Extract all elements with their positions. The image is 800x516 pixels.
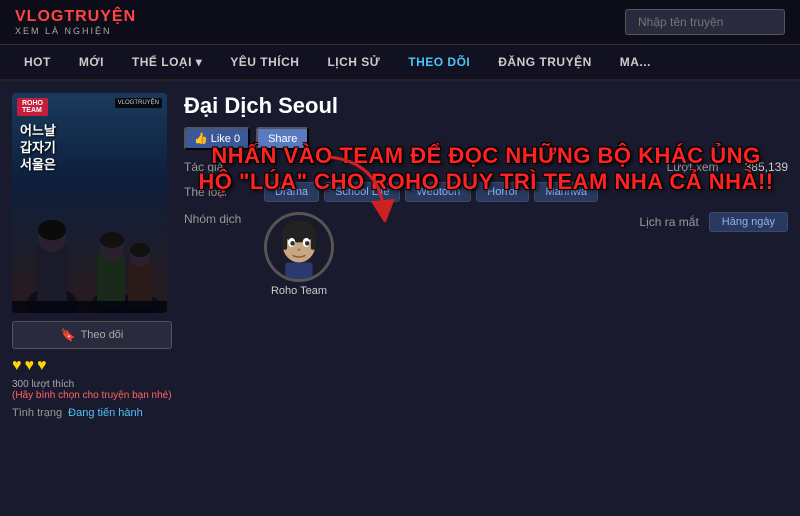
nav-dang-truyen[interactable]: ĐĂNG TRUYỆN xyxy=(484,45,606,79)
main-nav: HOT MỚI THỂ LOẠI ▾ YÊU THÍCH LỊCH SỬ THE… xyxy=(0,45,800,81)
arrow-svg xyxy=(319,152,399,222)
lich-ra-mat-label: Lịch ra mắt xyxy=(639,215,698,229)
status-value: Đang tiến hành xyxy=(68,407,143,419)
lich-ra-mat-row: Lịch ra mắt Hàng ngày xyxy=(639,212,788,232)
translator-block: Roho Team xyxy=(264,212,334,297)
logo-title[interactable]: VLOGTRUYỆN xyxy=(15,8,136,26)
status-row: Tình trạng Đang tiến hành xyxy=(12,407,172,419)
hearts-row: ♥ ♥ ♥ xyxy=(12,357,172,375)
nav-moi[interactable]: MỚI xyxy=(65,45,118,79)
likes-count: 300 lượt thích xyxy=(12,379,172,390)
nav-hot[interactable]: HOT xyxy=(10,45,65,79)
nhom-lich-row: Nhóm dịch xyxy=(184,212,788,307)
cover-illustration: ROHOTEAM VLOGTRUYỆN 어느날 갑자기 서울은 xyxy=(12,93,167,313)
cover-korean-text: 어느날 갑자기 서울은 xyxy=(20,123,56,174)
translator-face-svg xyxy=(267,212,331,282)
heart-3[interactable]: ♥ xyxy=(37,357,47,375)
search-input[interactable] xyxy=(625,9,785,35)
bookmark-icon: 🔖 xyxy=(61,328,76,342)
status-label: Tình trạng xyxy=(12,407,62,419)
logo-area: VLOGTRUYỆN XEM LÀ NGHIỆN xyxy=(15,8,136,36)
nav-yeu-thich[interactable]: YÊU THÍCH xyxy=(216,45,313,79)
right-panel: Đại Dịch Seoul 👍 Like 0 Share NHẤN VÀO T… xyxy=(184,93,788,419)
follow-button[interactable]: 🔖 Theo dõi xyxy=(12,321,172,349)
nav-lich-su[interactable]: LỊCH SỬ xyxy=(313,45,394,79)
left-panel: ROHOTEAM VLOGTRUYỆN 어느날 갑자기 서울은 xyxy=(12,93,172,419)
translator-avatar[interactable] xyxy=(264,212,334,282)
manga-title: Đại Dịch Seoul xyxy=(184,93,788,119)
likes-cta[interactable]: (Hãy bình chọn cho truyện bạn nhé) xyxy=(12,390,172,401)
nav-ma[interactable]: MA... xyxy=(606,45,665,79)
nav-the-loai[interactable]: THỂ LOẠI ▾ xyxy=(118,45,216,79)
overlay-line2: HỘ "LÚA" CHO ROHO DUY TRÌ TEAM NHA CẢ NH… xyxy=(184,169,788,195)
translator-name: Roho Team xyxy=(271,285,327,297)
vlog-cover-badge: VLOGTRUYỆN xyxy=(115,98,162,108)
header: VLOGTRUYỆN XEM LÀ NGHIỆN xyxy=(0,0,800,45)
nav-theo-doi[interactable]: THEO DÕI xyxy=(394,45,484,79)
nhom-dich-row: Nhóm dịch xyxy=(184,212,334,297)
logo-subtitle: XEM LÀ NGHIỆN xyxy=(15,26,112,36)
main-content: ROHOTEAM VLOGTRUYỆN 어느날 갑자기 서울은 xyxy=(0,81,800,431)
overlay-promo-text: NHẤN VÀO TEAM ĐỂ ĐỌC NHỮNG BỘ KHÁC ỦNG H… xyxy=(184,143,788,196)
nhom-dich-label: Nhóm dịch xyxy=(184,212,254,226)
manga-cover: ROHOTEAM VLOGTRUYỆN 어느날 갑자기 서울은 xyxy=(12,93,167,313)
roho-badge: ROHOTEAM xyxy=(17,98,48,116)
heart-1[interactable]: ♥ xyxy=(12,357,22,375)
follow-label: Theo dõi xyxy=(81,329,124,341)
overlay-line1: NHẤN VÀO TEAM ĐỂ ĐỌC NHỮNG BỘ KHÁC ỦNG xyxy=(184,143,788,169)
lich-ra-mat-value: Hàng ngày xyxy=(709,212,788,232)
heart-2[interactable]: ♥ xyxy=(25,357,35,375)
